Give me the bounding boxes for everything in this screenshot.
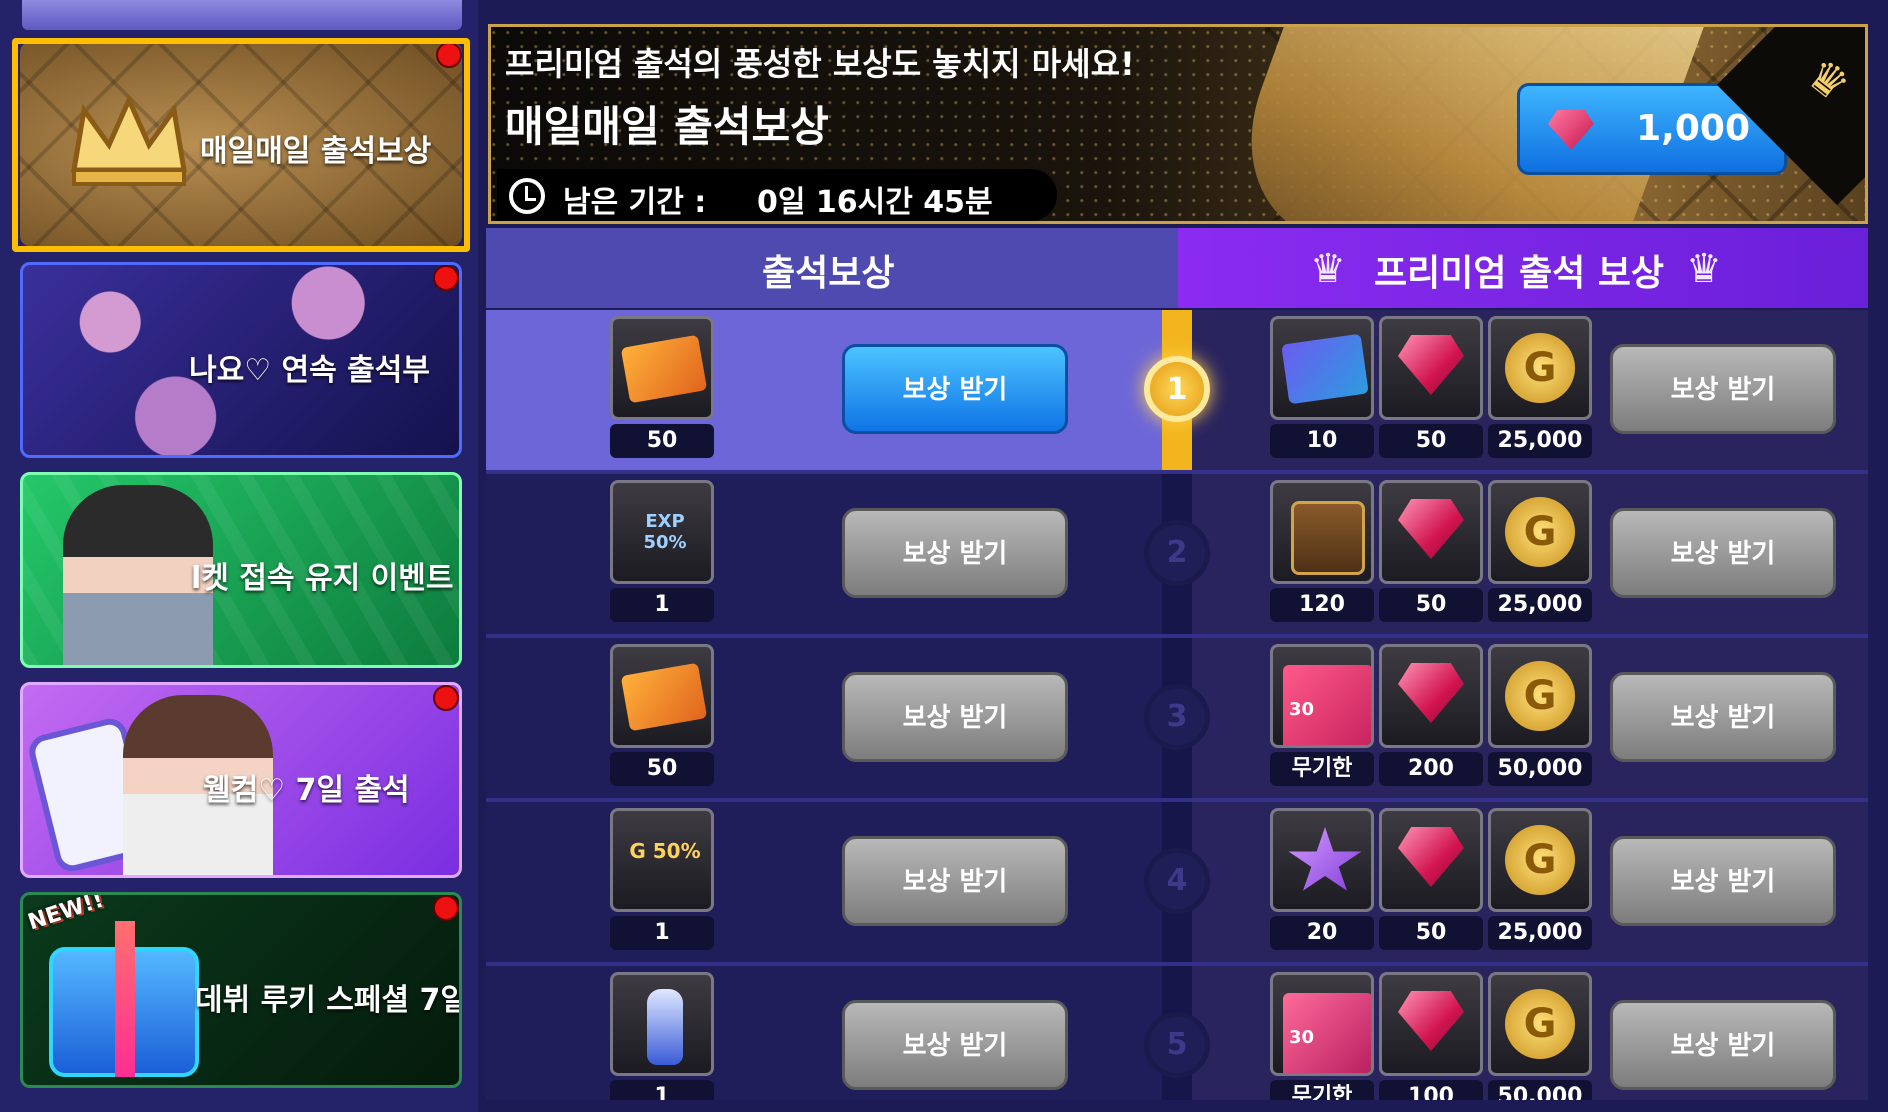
notification-dot	[433, 265, 459, 291]
item-quantity: 50,000	[1488, 1080, 1592, 1100]
claim-basic-button[interactable]: 보상 받기	[842, 344, 1068, 434]
claim-basic-button[interactable]: 보상 받기	[842, 1000, 1068, 1090]
item-quantity: 25,000	[1488, 424, 1592, 458]
claim-basic-button[interactable]: 보상 받기	[842, 508, 1068, 598]
price-label: 1,000	[1636, 108, 1750, 149]
tab-label: 프리미엄 출석 보상	[1374, 253, 1665, 294]
reward-row-day-3: 50 보상 받기 3 무기한 200 50,000 보상 받기	[486, 638, 1868, 802]
gold-boost-icon[interactable]	[610, 808, 714, 912]
sidebar-item-label: 매일매일 출석보상	[200, 134, 432, 169]
remaining-time: 남은 기간 : 0일 16시간 45분	[497, 169, 1057, 221]
clock-icon	[509, 178, 545, 214]
sidebar-item-label: 데뷔 루키 스페셜 7일	[195, 983, 462, 1018]
gem-icon[interactable]	[1379, 480, 1483, 584]
item-quantity: 20	[1270, 916, 1374, 950]
exp-boost-icon[interactable]	[610, 480, 714, 584]
item-quantity: 50	[1379, 424, 1483, 458]
timer-label: 남은 기간 :	[563, 185, 707, 220]
day-marker: 1	[1144, 356, 1210, 422]
ring-card-icon[interactable]	[1270, 972, 1374, 1076]
tab-premium-reward: ♛ 프리미엄 출석 보상 ♛	[1178, 228, 1868, 308]
claim-premium-button[interactable]: 보상 받기	[1610, 344, 1836, 434]
timer-value: 0일 16시간 45분	[757, 185, 993, 220]
card-icon[interactable]	[1270, 316, 1374, 420]
claim-basic-button[interactable]: 보상 받기	[842, 836, 1068, 926]
crown-icon: ♛	[1310, 246, 1346, 292]
item-quantity: 무기한	[1270, 1080, 1374, 1100]
sidebar-item-consecutive-attendance[interactable]: 나요♡ 연속 출석부	[20, 262, 462, 458]
notification-dot	[433, 685, 459, 711]
gift-box-icon[interactable]	[1270, 480, 1374, 584]
reward-row-day-2: 1 보상 받기 2 120 50 25,000 보상 받기	[486, 474, 1868, 638]
item-quantity: 200	[1379, 752, 1483, 786]
tab-basic-reward: 출석보상	[486, 228, 1178, 308]
attendance-screen: 매일매일 출석보상 나요♡ 연속 출석부 l켓 접속 유지 이벤트 웰컴♡ 7일…	[0, 0, 1888, 1112]
new-badge: NEW!!	[25, 892, 107, 936]
item-quantity: 1	[610, 916, 714, 950]
sidebar-item-daily-attendance[interactable]: 매일매일 출석보상	[20, 42, 462, 246]
banner-subtitle: 프리미엄 출석의 풍성한 보상도 놓치지 마세요!	[505, 45, 1135, 83]
day-marker: 3	[1144, 684, 1210, 750]
claim-basic-button[interactable]: 보상 받기	[842, 672, 1068, 762]
coin-icon[interactable]	[1488, 316, 1592, 420]
reward-row-day-5: 1 보상 받기 5 무기한 100 50,000 보상 받기	[486, 966, 1868, 1100]
sidebar-scroll-top	[22, 0, 462, 30]
item-quantity: 25,000	[1488, 916, 1592, 950]
coin-icon[interactable]	[1488, 644, 1592, 748]
claim-premium-button[interactable]: 보상 받기	[1610, 672, 1836, 762]
day-marker: 2	[1144, 520, 1210, 586]
item-quantity: 50	[610, 752, 714, 786]
sidebar-item-label: 나요♡ 연속 출석부	[189, 353, 430, 388]
reward-row-day-4: 1 보상 받기 4 20 50 25,000 보상 받기	[486, 802, 1868, 966]
reward-list[interactable]: 50 보상 받기 1 10 50 25,000 보상 받기 1 보상 받기 2 …	[486, 310, 1868, 1100]
item-quantity: 120	[1270, 588, 1374, 622]
day-marker: 5	[1144, 1012, 1210, 1078]
item-quantity: 1	[610, 1080, 714, 1100]
event-sidebar: 매일매일 출석보상 나요♡ 연속 출석부 l켓 접속 유지 이벤트 웰컴♡ 7일…	[0, 0, 478, 1112]
crown-icon: ♛	[1686, 246, 1722, 292]
tab-label: 출석보상	[762, 253, 895, 294]
claim-premium-button[interactable]: 보상 받기	[1610, 1000, 1836, 1090]
sidebar-item-debut-rookie[interactable]: NEW!! 데뷔 루키 스페셜 7일	[20, 892, 462, 1088]
coin-icon[interactable]	[1488, 972, 1592, 1076]
gem-icon[interactable]	[1379, 808, 1483, 912]
notification-dot	[436, 42, 462, 68]
sidebar-item-welcome-7day[interactable]: 웰컴♡ 7일 출석	[20, 682, 462, 878]
ticket-icon[interactable]	[610, 644, 714, 748]
sidebar-item-label: l켓 접속 유지 이벤트	[191, 561, 454, 596]
item-quantity: 100	[1379, 1080, 1483, 1100]
coin-icon[interactable]	[1488, 480, 1592, 584]
day-marker: 4	[1144, 848, 1210, 914]
star-card-icon[interactable]	[1270, 808, 1374, 912]
claim-premium-button[interactable]: 보상 받기	[1610, 508, 1836, 598]
item-quantity: 50	[1379, 916, 1483, 950]
event-banner: 프리미엄 출석의 풍성한 보상도 놓치지 마세요! 매일매일 출석보상 남은 기…	[488, 24, 1868, 224]
item-quantity: 1	[610, 588, 714, 622]
sidebar-item-connect-event[interactable]: l켓 접속 유지 이벤트	[20, 472, 462, 668]
sidebar-item-label: 웰컴♡ 7일 출석	[203, 773, 410, 808]
reward-row-day-1: 50 보상 받기 1 10 50 25,000 보상 받기	[486, 310, 1868, 474]
gem-icon[interactable]	[1379, 644, 1483, 748]
potion-icon[interactable]	[610, 972, 714, 1076]
item-quantity: 25,000	[1488, 588, 1592, 622]
crown-icon	[71, 93, 187, 186]
gem-icon	[1548, 110, 1594, 150]
claim-premium-button[interactable]: 보상 받기	[1610, 836, 1836, 926]
coin-icon[interactable]	[1488, 808, 1592, 912]
outfit-card-icon[interactable]	[1270, 644, 1374, 748]
item-quantity: 50	[610, 424, 714, 458]
banner-title: 매일매일 출석보상	[505, 102, 829, 151]
item-quantity: 무기한	[1270, 752, 1374, 786]
gem-icon[interactable]	[1379, 972, 1483, 1076]
ticket-icon[interactable]	[610, 316, 714, 420]
item-quantity: 50	[1379, 588, 1483, 622]
item-quantity: 10	[1270, 424, 1374, 458]
item-quantity: 50,000	[1488, 752, 1592, 786]
gift-box-icon	[49, 921, 199, 1077]
notification-dot	[433, 895, 459, 921]
gem-icon[interactable]	[1379, 316, 1483, 420]
